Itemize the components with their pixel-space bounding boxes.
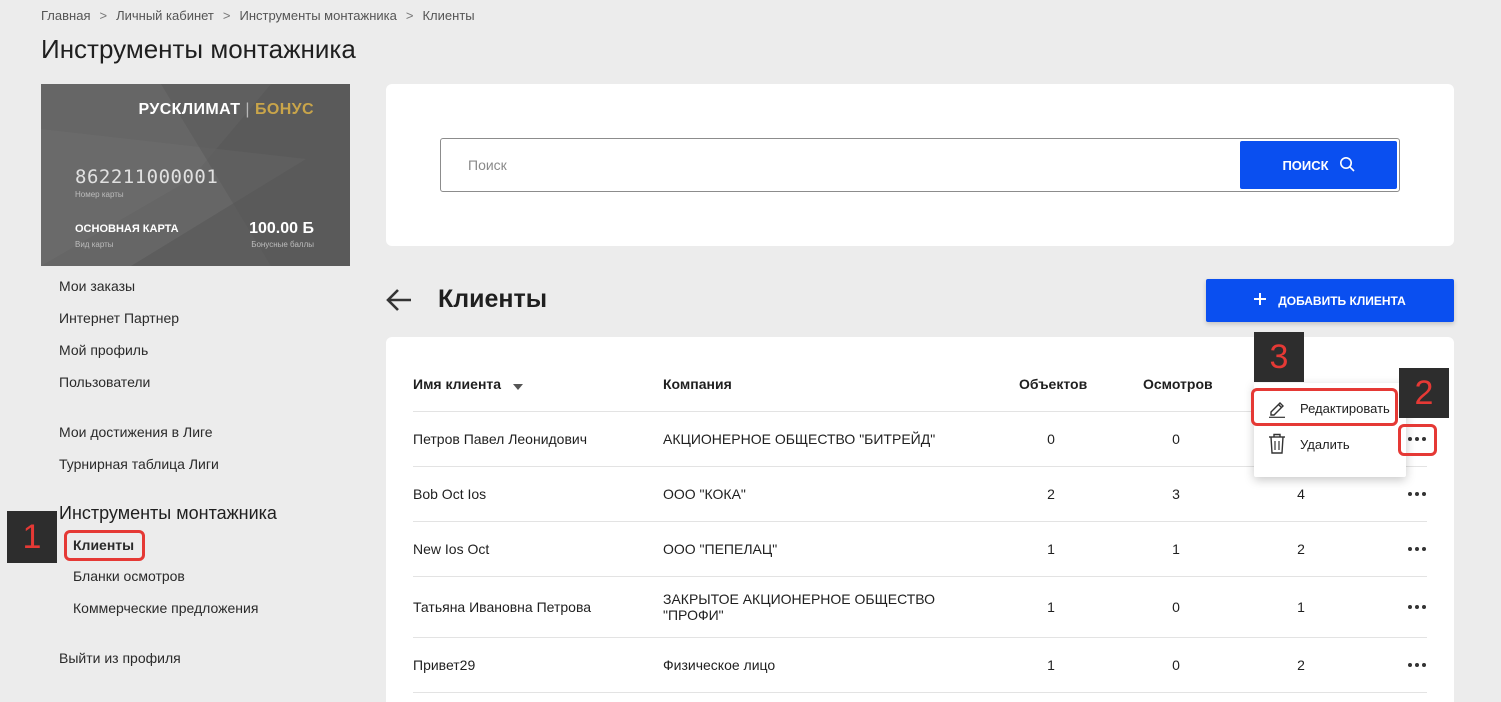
card-type: ОСНОВНАЯ КАРТА [75,223,179,235]
annotation-highlight-clients [64,530,145,561]
plus-icon [1254,293,1267,308]
breadcrumb-separator: > [405,8,414,23]
client-inspections: 3 [1172,486,1180,502]
client-objects: 1 [1047,541,1055,557]
breadcrumb-separator: > [222,8,231,23]
client-third-value: 2 [1297,541,1305,557]
card-type-label: Вид карты [75,240,114,249]
client-third-value: 1 [1297,599,1305,615]
sidebar-item-logout[interactable]: Выйти из профиля [59,650,181,666]
annotation-badge-1: 1 [7,511,57,563]
sidebar-subitem-inspection-forms[interactable]: Бланки осмотров [73,568,185,584]
page-title: Инструменты монтажника [41,34,356,64]
client-objects: 0 [1047,431,1055,447]
card-points: 100.00 Б [249,220,314,237]
search-button[interactable]: ПОИСК [1240,141,1397,189]
client-inspections: 0 [1172,657,1180,673]
row-divider [413,637,1427,638]
sidebar-item-users[interactable]: Пользователи [59,374,150,390]
row-more-button[interactable] [1406,601,1428,613]
menu-item-delete[interactable]: Удалить [1254,424,1406,464]
add-client-label: ДОБАВИТЬ КЛИЕНТА [1278,293,1406,308]
client-company: Физическое лицо [663,657,776,673]
sidebar-subitem-commercial-offers[interactable]: Коммерческие предложения [73,600,258,616]
sidebar-item-orders[interactable]: Мои заказы [59,278,135,294]
card-number-label: Номер карты [75,190,124,199]
search-button-label: ПОИСК [1282,157,1329,173]
client-third-value: 2 [1297,657,1305,673]
client-third-value: 4 [1297,486,1305,502]
sort-down-icon [512,377,523,393]
annotation-highlight-more [1398,424,1437,456]
sidebar-item-achievements[interactable]: Мои достижения в Лиге [59,424,213,440]
column-header-company: Компания [663,376,732,392]
row-more-button[interactable] [1406,488,1428,500]
search-input[interactable] [441,139,1239,191]
row-divider [413,576,1427,577]
search-icon [1339,156,1355,175]
client-company: ООО "КОКА" [663,486,746,502]
trash-icon [1254,433,1300,455]
breadcrumb-account[interactable]: Личный кабинет [116,8,214,23]
breadcrumb-tools[interactable]: Инструменты монтажника [239,8,396,23]
search-panel: ПОИСК [386,84,1454,246]
annotation-highlight-edit [1251,388,1398,426]
card-number: 862211000001 [75,166,219,188]
row-divider [413,692,1427,693]
column-header-inspections: Осмотров [1143,376,1213,392]
sidebar-item-profile[interactable]: Мой профиль [59,342,148,358]
card-brand-logo: РУСКЛИМАТ | БОНУС [139,101,315,119]
breadcrumb-current: Клиенты [422,8,475,23]
client-inspections: 0 [1172,599,1180,615]
client-inspections: 1 [1172,541,1180,557]
annotation-badge-2: 2 [1399,368,1449,418]
client-name[interactable]: Bob Oct Ios [413,486,486,502]
menu-item-delete-label: Удалить [1300,436,1350,452]
search-box: ПОИСК [440,138,1400,192]
client-name[interactable]: Петров Павел Леонидович [413,431,587,447]
clients-title: Клиенты [438,285,548,313]
column-header-name-label: Имя клиента [413,376,502,392]
add-client-button[interactable]: ДОБАВИТЬ КЛИЕНТА [1206,279,1454,322]
client-name[interactable]: New Ios Oct [413,541,489,557]
client-name[interactable]: Привет29 [413,657,475,673]
client-objects: 1 [1047,599,1055,615]
column-header-name[interactable]: Имя клиента [413,376,523,393]
breadcrumb: Главная > Личный кабинет > Инструменты м… [41,8,475,23]
sidebar-item-league-table[interactable]: Турнирная таблица Лиги [59,456,219,472]
client-objects: 2 [1047,486,1055,502]
brand-pipe: | [245,101,250,118]
back-arrow-icon[interactable] [386,287,412,318]
card-points-label: Бонусные баллы [251,240,314,249]
column-header-objects: Объектов [1019,376,1088,392]
row-divider [413,521,1427,522]
client-company: ЗАКРЫТОЕ АКЦИОНЕРНОЕ ОБЩЕСТВО "ПРОФИ" [663,591,936,623]
client-company: ООО "ПЕПЕЛАЦ" [663,541,778,557]
annotation-badge-3: 3 [1254,332,1304,382]
row-more-button[interactable] [1406,543,1428,555]
breadcrumb-separator: > [99,8,108,23]
client-objects: 1 [1047,657,1055,673]
client-name[interactable]: Татьяна Ивановна Петрова [413,599,591,615]
row-more-button[interactable] [1406,659,1428,671]
breadcrumb-home[interactable]: Главная [41,8,90,23]
bonus-card: РУСКЛИМАТ | БОНУС 862211000001 Номер карты… [41,84,350,266]
sidebar-section-tools[interactable]: Инструменты монтажника [59,503,277,524]
client-inspections: 0 [1172,431,1180,447]
sidebar-item-internet-partner[interactable]: Интернет Партнер [59,310,179,326]
brand-bonus: БОНУС [254,101,314,118]
client-company: АКЦИОНЕРНОЕ ОБЩЕСТВО "БИТРЕЙД" [663,431,936,447]
brand-name: РУСКЛИМАТ [138,101,241,118]
